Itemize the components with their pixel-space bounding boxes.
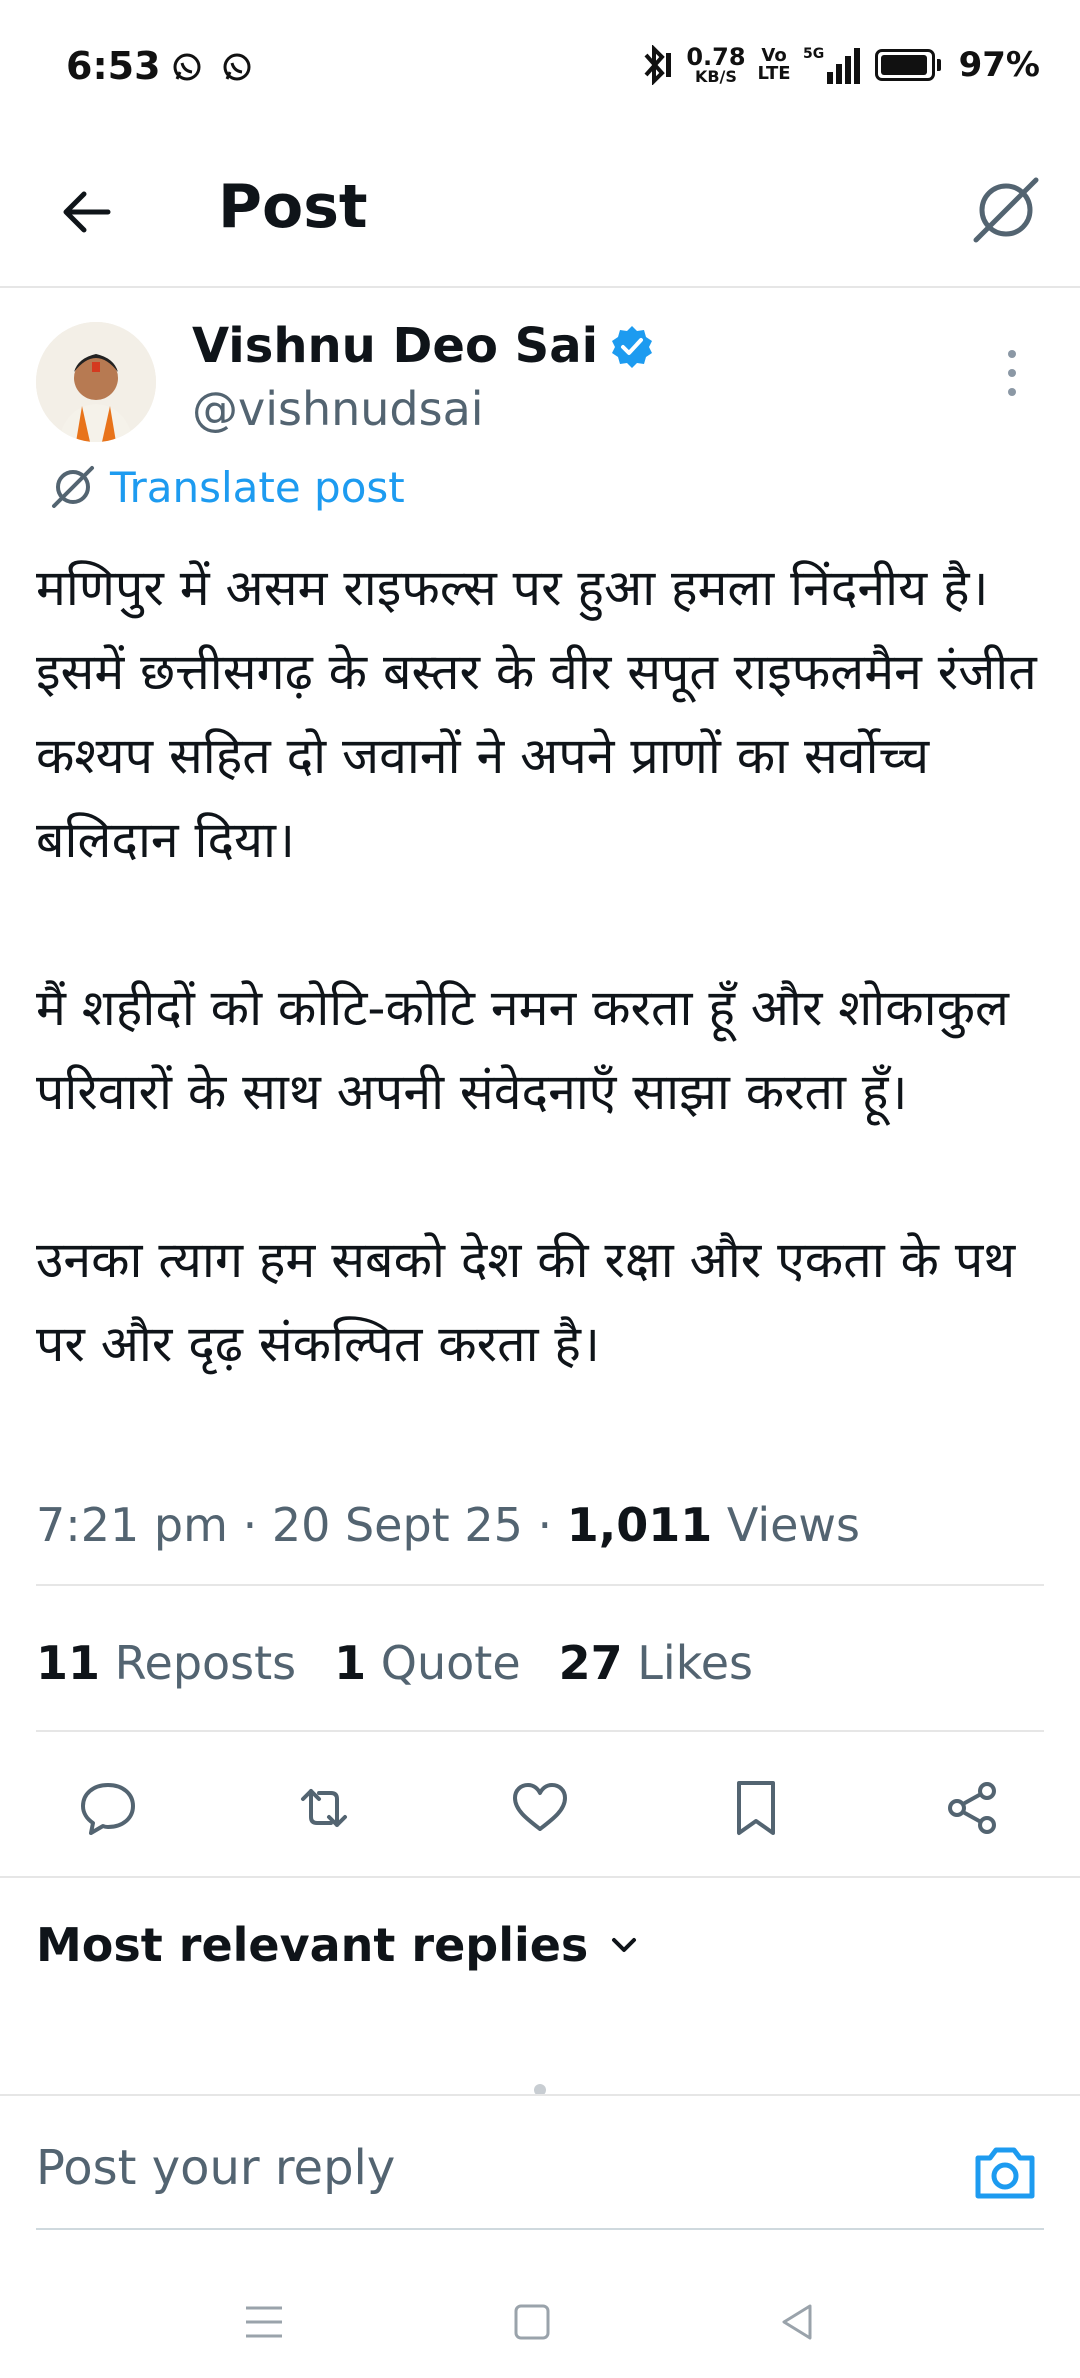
post-text: मणिपुर में असम राइफल्स पर हुआ हमला निंदन… — [36, 546, 1046, 1386]
translate-post-link[interactable]: Translate post — [48, 462, 405, 512]
reply-icon — [81, 1783, 135, 1835]
arrow-left-icon — [63, 191, 111, 233]
top-app-bar: Post — [0, 140, 1080, 288]
status-bar: 6:53 0.78 KB/S Vo LTE 5G 97% — [0, 0, 1080, 140]
volte-indicator: Vo LTE — [757, 45, 791, 84]
system-back-button[interactable] — [768, 2292, 828, 2352]
repost-icon — [301, 1789, 347, 1827]
share-icon — [948, 1782, 996, 1834]
reply-button[interactable] — [68, 1768, 148, 1848]
reply-input[interactable]: Post your reply — [36, 2140, 395, 2196]
network-speed: 0.78 KB/S — [686, 43, 746, 86]
battery-icon — [874, 49, 941, 81]
chevron-down-icon — [612, 1938, 637, 1952]
page-title: Post — [218, 172, 368, 242]
likes-stat[interactable]: 27 Likes — [559, 1636, 753, 1690]
like-icon — [513, 1783, 567, 1831]
quotes-stat[interactable]: 1 Quote — [334, 1636, 520, 1690]
signal-icon: 5G — [803, 46, 860, 84]
bluetooth-icon — [644, 45, 672, 85]
menu-icon — [246, 2306, 282, 2338]
post-paragraph: मैं शहीदों को कोटि-कोटि नमन करता हूँ और … — [36, 979, 1009, 1121]
views-count[interactable]: 1,011 — [567, 1498, 713, 1552]
post-paragraph: मणिपुर में असम राइफल्स पर हुआ हमला निंदन… — [36, 559, 1037, 869]
post-paragraph: उनका त्याग हम सबको देश की रक्षा और एकता … — [36, 1231, 1016, 1373]
post-date: 20 Sept 25 — [271, 1498, 523, 1552]
more-options-icon[interactable] — [1000, 350, 1024, 396]
status-right-group: 0.78 KB/S Vo LTE 5G 97% — [640, 44, 1040, 86]
divider — [36, 1584, 1044, 1586]
bookmark-icon — [737, 1781, 775, 1835]
author-handle[interactable]: @vishnudsai — [192, 382, 484, 436]
translate-icon — [52, 466, 94, 508]
divider — [36, 2228, 1044, 2230]
like-button[interactable] — [500, 1768, 580, 1848]
svg-text:5G: 5G — [803, 46, 824, 62]
bookmark-button[interactable] — [716, 1768, 796, 1848]
home-button[interactable] — [502, 2292, 562, 2352]
translate-icon[interactable] — [966, 170, 1046, 250]
triangle-back-icon — [782, 2304, 812, 2340]
avatar-image — [36, 322, 156, 442]
divider — [0, 1876, 1080, 1878]
camera-icon[interactable] — [970, 2138, 1040, 2208]
author-avatar[interactable] — [36, 322, 156, 442]
whatsapp-icon — [173, 53, 201, 81]
post-actions — [0, 1768, 1080, 1848]
status-time: 6:53 — [66, 44, 161, 88]
author-name[interactable]: Vishnu Deo Sai — [192, 318, 598, 374]
repost-button[interactable] — [284, 1768, 364, 1848]
replies-sort-label: Most relevant replies — [36, 1918, 589, 1972]
post-stats: 11 Reposts 1 Quote 27 Likes — [36, 1636, 753, 1690]
divider — [36, 1730, 1044, 1732]
square-icon — [514, 2304, 550, 2340]
reposts-stat[interactable]: 11 Reposts — [36, 1636, 296, 1690]
share-button[interactable] — [932, 1768, 1012, 1848]
verified-badge-icon — [612, 326, 653, 368]
back-button[interactable] — [50, 176, 122, 248]
views-label[interactable]: Views — [727, 1498, 860, 1552]
divider — [0, 2094, 1080, 2096]
system-nav-bar — [0, 2270, 1080, 2378]
post-time: 7:21 pm — [36, 1498, 228, 1552]
replies-sort-button[interactable]: Most relevant replies — [36, 1918, 644, 1972]
whatsapp-icon — [223, 53, 251, 81]
author-name-row: Vishnu Deo Sai — [192, 318, 654, 374]
recents-button[interactable] — [234, 2292, 294, 2352]
translate-post-label: Translate post — [110, 462, 405, 512]
battery-percent: 97% — [958, 45, 1040, 85]
post-meta: 7:21 pm · 20 Sept 25 · 1,011 Views — [36, 1498, 861, 1552]
